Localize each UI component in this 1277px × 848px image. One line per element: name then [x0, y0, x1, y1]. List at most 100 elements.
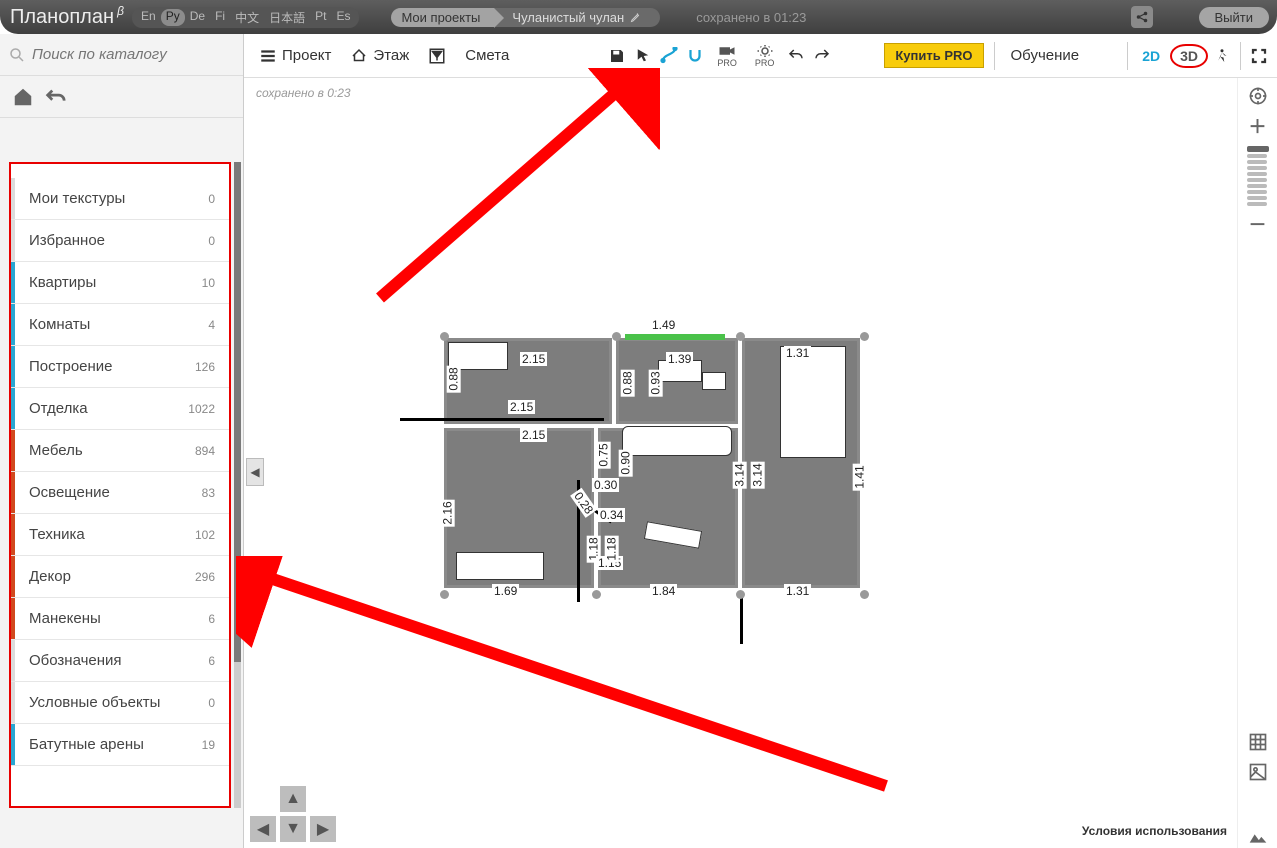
filter-icon	[427, 46, 447, 66]
home-up-icon	[349, 46, 369, 66]
dim-label: 0.93	[649, 369, 663, 396]
category-item[interactable]: Мебель894	[11, 430, 229, 472]
category-item[interactable]: Манекены6	[11, 598, 229, 640]
lang-Ру[interactable]: Ру	[161, 9, 185, 26]
left-panel: Мои текстуры0Избранное0Квартиры10Комнаты…	[0, 34, 244, 848]
category-item[interactable]: Батутные арены19	[11, 724, 229, 766]
buy-pro-button[interactable]: Купить PRO	[884, 43, 983, 68]
floor-plan[interactable]: 1.49 2.15 2.15 2.15 0.88 1.39 0.88 0.93 …	[430, 320, 870, 606]
nav-left[interactable]: ◀	[250, 816, 276, 842]
dim-label: 0.30	[592, 478, 619, 492]
terms-link[interactable]: Условия использования	[1082, 824, 1227, 838]
dim-label: 0.88	[447, 365, 461, 392]
tab-2d[interactable]: 2D	[1136, 44, 1166, 68]
category-item[interactable]: Избранное0	[11, 220, 229, 262]
category-item[interactable]: Мои текстуры0	[11, 178, 229, 220]
landscape-icon[interactable]	[1246, 824, 1270, 848]
catalog-category-list: Мои текстуры0Избранное0Квартиры10Комнаты…	[9, 162, 231, 808]
pencil-icon[interactable]	[630, 11, 642, 23]
nav-up[interactable]: ▲	[280, 786, 306, 812]
lang-Es[interactable]: Es	[331, 9, 355, 26]
category-item[interactable]: Техника102	[11, 514, 229, 556]
category-item[interactable]: Условные объекты0	[11, 682, 229, 724]
image-icon[interactable]	[1246, 760, 1270, 784]
project-menu[interactable]: Проект	[252, 42, 337, 70]
hamburger-icon	[258, 46, 278, 66]
fullscreen-icon[interactable]	[1249, 46, 1269, 66]
undo-nav-icon[interactable]	[44, 86, 66, 108]
search-row	[0, 34, 243, 76]
lang-De[interactable]: De	[185, 9, 210, 26]
category-item[interactable]: Декор296	[11, 556, 229, 598]
lang-Fi[interactable]: Fi	[210, 9, 230, 26]
dim-label: 2.15	[520, 428, 547, 442]
breadcrumb: Мои проекты Чуланистый чулан	[391, 8, 660, 27]
category-item[interactable]: Обозначения6	[11, 640, 229, 682]
main-toolbar: Проект Этаж Смета PRO PRO Купить PRO Обу…	[244, 34, 1277, 78]
light-pro-button[interactable]: PRO	[749, 40, 781, 72]
nav-down[interactable]: ▼	[280, 816, 306, 842]
camera-pro-button[interactable]: PRO	[711, 40, 743, 72]
category-item[interactable]: Комнаты4	[11, 304, 229, 346]
dim-label: 0.90	[619, 449, 633, 476]
dim-label: 2.15	[520, 352, 547, 366]
zoom-out-icon[interactable]: －	[1246, 212, 1270, 236]
dim-label: 1.69	[492, 584, 519, 598]
top-bar: Планопланβ EnРуDeFi中文日本語PtEs Мои проекты…	[0, 0, 1277, 34]
dim-label: 1.18	[605, 535, 619, 562]
breadcrumb-project[interactable]: Чуланистый чулан	[494, 8, 660, 27]
center-icon[interactable]	[1246, 84, 1270, 108]
floor-menu[interactable]: Этаж	[343, 42, 415, 70]
catalog-scrollbar[interactable]	[234, 162, 241, 808]
category-item[interactable]: Квартиры10	[11, 262, 229, 304]
app-logo: Планопланβ	[10, 6, 114, 29]
category-item[interactable]: Освещение83	[11, 472, 229, 514]
dim-label: 0.88	[621, 369, 635, 396]
scrollbar-thumb[interactable]	[234, 162, 241, 662]
dim-label: 1.31	[784, 346, 811, 360]
right-rail: ＋ －	[1237, 78, 1277, 848]
share-icon[interactable]	[1131, 6, 1153, 28]
lang-En[interactable]: En	[136, 9, 161, 26]
tab-3d[interactable]: 3D	[1170, 44, 1208, 68]
dim-label: 1.41	[853, 463, 867, 490]
category-item[interactable]: Отделка1022	[11, 388, 229, 430]
dim-label: 1.84	[650, 584, 677, 598]
estimate-menu[interactable]: Смета	[459, 43, 515, 68]
exit-button[interactable]: Выйти	[1199, 7, 1270, 28]
dim-label: 2.16	[441, 499, 455, 526]
walk-icon[interactable]	[1212, 46, 1232, 66]
lang-日本語[interactable]: 日本語	[264, 9, 310, 26]
top-saved-status: сохранено в 01:23	[696, 10, 806, 25]
dim-label: 3.14	[751, 461, 765, 488]
nav-right[interactable]: ▶	[310, 816, 336, 842]
lang-中文[interactable]: 中文	[230, 9, 264, 26]
lang-Pt[interactable]: Pt	[310, 9, 331, 26]
filter-menu[interactable]	[421, 42, 453, 70]
zoom-slider[interactable]	[1247, 146, 1269, 206]
curve-tool-icon[interactable]	[659, 46, 679, 66]
dim-label: 1.49	[650, 318, 677, 332]
redo-icon[interactable]	[812, 46, 832, 66]
magnet-tool-icon[interactable]	[685, 46, 705, 66]
undo-icon[interactable]	[786, 46, 806, 66]
save-icon[interactable]	[607, 46, 627, 66]
pointer-tool-icon[interactable]	[633, 46, 653, 66]
zoom-in-icon[interactable]: ＋	[1246, 114, 1270, 138]
canvas-saved-status: сохранено в 0:23	[256, 86, 351, 100]
collapse-left-panel[interactable]: ◀	[246, 458, 264, 486]
home-icon[interactable]	[12, 86, 34, 108]
dim-label: 1.31	[784, 584, 811, 598]
nav-row	[0, 76, 243, 118]
grid-icon[interactable]	[1246, 730, 1270, 754]
dim-label: 0.34	[598, 508, 625, 522]
catalog-search-input[interactable]	[26, 46, 235, 63]
breadcrumb-my-projects[interactable]: Мои проекты	[391, 8, 494, 27]
search-icon	[8, 46, 26, 64]
dim-label: 1.39	[666, 352, 693, 366]
learning-button[interactable]: Обучение	[1005, 43, 1086, 68]
category-item[interactable]: Построение126	[11, 346, 229, 388]
dim-label: 2.15	[508, 400, 535, 414]
nav-arrows: ▲ ◀ ▼ ▶	[250, 786, 336, 842]
dim-label: 3.14	[733, 461, 747, 488]
